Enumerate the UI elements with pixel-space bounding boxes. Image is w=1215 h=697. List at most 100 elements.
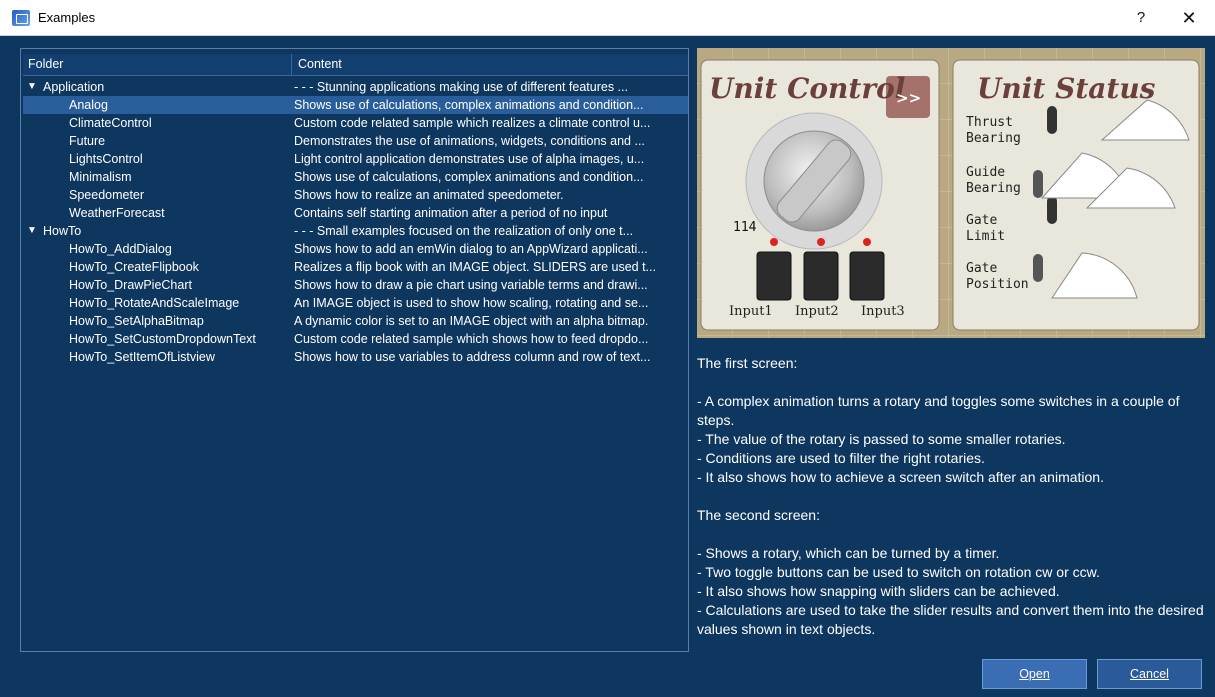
tree-row[interactable]: HowTo_SetAlphaBitmap A dynamic color is s… [23,312,688,330]
folder-cell: HowTo_AddDialog [69,242,172,256]
content-cell: Contains self starting animation after a… [294,206,608,220]
content-cell: Demonstrates the use of animations, widg… [294,134,645,148]
input1-label: Input1 [729,304,773,319]
desc-line [697,373,1209,392]
folder-cell: HowTo [43,224,82,238]
status-label-limit-1: Gate [966,213,997,228]
example-description: The first screen: - A complex animation … [697,354,1209,639]
tree-row[interactable]: HowTo_DrawPieChart Shows how to draw a pi… [23,276,688,294]
unit-control-title: Unit Control [709,72,905,105]
input1-switch[interactable] [756,251,792,301]
content-cell: Light control application demonstrates u… [294,152,645,166]
folder-cell: HowTo_RotateAndScaleImage [69,296,240,310]
folder-cell: Minimalism [69,170,132,184]
tree-row[interactable]: Analog Shows use of calculations, complex… [23,96,688,114]
tree-row[interactable]: Speedometer Shows how to realize an anima… [23,186,688,204]
desc-line: - Two toggle buttons can be used to swit… [697,564,1100,580]
help-button[interactable]: ? [1118,0,1164,36]
folder-cell: HowTo_SetAlphaBitmap [69,314,204,328]
desc-line [697,487,1209,506]
tree-row[interactable]: HowTo_CreateFlipbook Realizes a flip book… [23,258,688,276]
next-screen-label: >> [896,89,921,107]
tree-row[interactable]: WeatherForecast Contains self starting an… [23,204,688,222]
tree-row[interactable]: Minimalism Shows use of calculations, com… [23,168,688,186]
folder-cell: Application [43,80,105,94]
input2-switch[interactable] [803,251,839,301]
content-cell: Realizes a flip book with an IMAGE objec… [294,260,656,274]
tree-row[interactable]: HowTo_RotateAndScaleImage An IMAGE object… [23,294,688,312]
folder-cell: HowTo_SetItemOfListview [69,350,215,364]
content-cell: Shows use of calculations, complex anima… [294,170,644,184]
content-cell: - - - Stunning applications making use o… [294,80,628,94]
folder-cell: WeatherForecast [69,206,165,220]
content-cell: A dynamic color is set to an IMAGE objec… [294,314,649,328]
content-cell: Shows how to draw a pie chart using vari… [294,278,648,292]
tree-group-row[interactable]: ▼ HowTo - - - Small examples focused on th… [23,222,688,240]
app-icon [12,10,30,26]
desc-line: - It also shows how snapping with slider… [697,583,1060,599]
input2-label: Input2 [795,304,839,319]
desc-line: The first screen: [697,355,798,371]
cancel-button[interactable]: Cancel [1097,659,1202,689]
guide-toggle[interactable] [1033,170,1043,198]
status-label-thrust-2: Bearing [966,131,1021,146]
content-cell: Shows use of calculations, complex anima… [294,98,644,112]
input3-label: Input3 [861,304,905,319]
folder-cell: HowTo_DrawPieChart [69,278,192,292]
rotary-value: 114 [733,220,757,235]
tree-row[interactable]: HowTo_SetItemOfListview Shows how to use … [23,348,688,366]
preview-artwork: Unit Control >> 114 Input1 Input2 Input3… [697,48,1205,338]
status-label-guide-2: Bearing [966,181,1021,196]
input2-led [817,238,825,246]
tree-row[interactable]: HowTo_SetCustomDropdownText Custom code r… [23,330,688,348]
desc-line [697,525,1209,544]
content-cell: - - - Small examples focused on the real… [294,224,634,238]
preview-image: Unit Control >> 114 Input1 Input2 Input3… [697,48,1205,338]
content-cell: An IMAGE object is used to show how scal… [294,296,649,310]
tree-row[interactable]: ClimateControl Custom code related sample… [23,114,688,132]
desc-line: The second screen: [697,507,820,523]
folder-cell: HowTo_CreateFlipbook [69,260,199,274]
content-cell: Custom code related sample which shows h… [294,332,649,346]
tree-header: Folder Content [23,54,688,76]
status-label-position-2: Position [966,277,1029,292]
thrust-toggle[interactable] [1047,106,1057,134]
input3-led [863,238,871,246]
folder-cell: ClimateControl [69,116,152,130]
column-header-content[interactable]: Content [293,54,688,75]
desc-line: - Calculations are used to take the slid… [697,602,1204,637]
position-toggle[interactable] [1033,254,1043,282]
status-label-thrust-1: Thrust [966,115,1013,130]
column-header-folder[interactable]: Folder [23,54,292,75]
unit-status-title: Unit Status [977,72,1156,105]
tree-group-row[interactable]: ▼ Application - - - Stunning applications … [23,78,688,96]
desc-line: - Conditions are used to filter the righ… [697,450,985,466]
examples-tree[interactable]: Folder Content ▼ Application - - - Stunnin… [20,48,689,652]
status-label-guide-1: Guide [966,165,1005,180]
folder-cell: Speedometer [69,188,145,202]
tree-row[interactable]: HowTo_AddDialog Shows how to add an emWin… [23,240,688,258]
content-cell: Custom code related sample which realize… [294,116,651,130]
status-label-limit-2: Limit [966,229,1005,244]
limit-toggle[interactable] [1047,196,1057,224]
desc-line: - Shows a rotary, which can be turned by… [697,545,1000,561]
title-bar: Examples ? ✕ [0,0,1215,36]
folder-cell: Analog [69,98,108,112]
input3-switch[interactable] [849,251,885,301]
desc-line: - It also shows how to achieve a screen … [697,469,1104,485]
folder-cell: Future [69,134,106,148]
window-title: Examples [38,10,96,25]
content-cell: Shows how to use variables to address co… [294,350,651,364]
input1-led [770,238,778,246]
folder-cell: HowTo_SetCustomDropdownText [69,332,256,346]
open-button[interactable]: Open [982,659,1087,689]
desc-line: - The value of the rotary is passed to s… [697,431,1066,447]
content-cell: Shows how to add an emWin dialog to an A… [294,242,648,256]
tree-row[interactable]: Future Demonstrates the use of animations… [23,132,688,150]
desc-line: - A complex animation turns a rotary and… [697,393,1180,428]
content-cell: Shows how to realize an animated speedom… [294,188,564,202]
tree-row[interactable]: LightsControl Light control application d… [23,150,688,168]
close-button[interactable]: ✕ [1166,0,1212,36]
folder-cell: LightsControl [69,152,143,166]
status-label-position-1: Gate [966,261,997,276]
